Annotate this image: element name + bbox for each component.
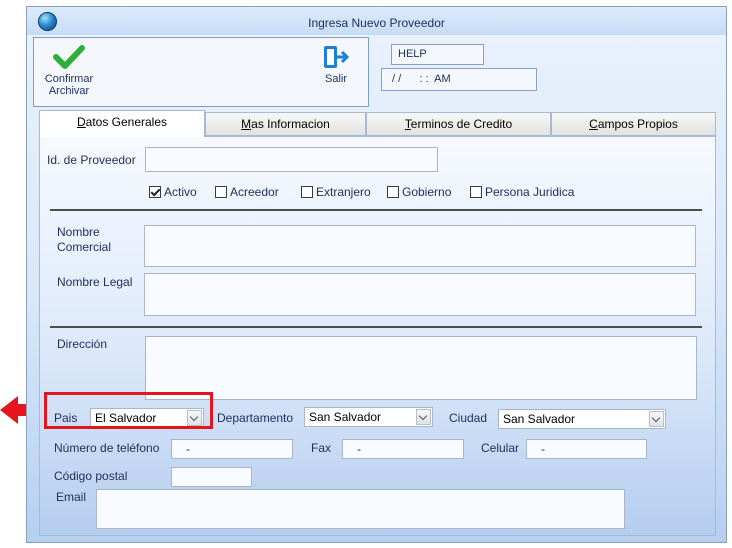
tab-label: erminos de Credito — [410, 117, 513, 131]
department-select[interactable]: San Salvador — [304, 407, 433, 427]
city-select-value: San Salvador — [503, 412, 576, 426]
phone-input[interactable]: - — [171, 439, 293, 459]
section-divider — [50, 209, 702, 211]
datetime-field: / / : : AM — [381, 68, 537, 91]
department-label: Departamento — [217, 411, 294, 425]
tab-mnemonic: M — [241, 117, 252, 131]
checkbox-label: Gobierno — [402, 185, 452, 199]
address-label: Dirección — [57, 337, 108, 351]
tab-strip: Datos Generales Mas Informacion Terminos… — [39, 110, 716, 137]
commercial-name-input[interactable] — [144, 225, 696, 267]
phone-label: Número de teléfono — [54, 441, 160, 455]
postal-code-label: Código postal — [54, 469, 128, 483]
checkbox-box[interactable] — [301, 186, 313, 198]
address-input[interactable] — [145, 336, 697, 400]
exit-door-icon — [324, 46, 350, 68]
supplier-id-input[interactable] — [145, 147, 438, 172]
confirm-archive-label: Confirmar Archivar — [44, 73, 94, 97]
country-highlight-box — [44, 392, 213, 429]
tab-mas-informacion[interactable]: Mas Informacion — [205, 112, 366, 136]
email-label: Email — [56, 490, 87, 504]
legal-name-input[interactable] — [144, 273, 696, 316]
checkbox-persona-juridica[interactable]: Persona Juridica — [470, 185, 574, 199]
confirm-archive-button[interactable]: Confirmar Archivar — [37, 44, 101, 97]
city-label: Ciudad — [449, 411, 488, 425]
datos-generales-panel: Id. de Proveedor Activo Acreedor Extranj… — [39, 136, 716, 536]
checkbox-acreedor[interactable]: Acreedor — [215, 185, 279, 199]
checkbox-box[interactable] — [387, 186, 399, 198]
email-input[interactable] — [96, 489, 625, 529]
checkmark-icon — [53, 45, 85, 69]
cell-input[interactable]: - — [526, 439, 647, 459]
checkbox-box[interactable] — [470, 186, 482, 198]
supplier-id-label: Id. de Proveedor — [47, 153, 136, 167]
section-divider — [50, 326, 702, 328]
checkbox-extranjero[interactable]: Extranjero — [301, 185, 371, 199]
checkbox-label: Extranjero — [316, 185, 371, 199]
cell-label: Celular — [481, 441, 520, 455]
commercial-name-label-1: Nombre — [57, 225, 100, 239]
exit-label: Salir — [324, 73, 347, 85]
tab-mnemonic: C — [589, 117, 598, 131]
tab-label: atos Generales — [85, 115, 168, 129]
chevron-down-icon[interactable] — [416, 409, 431, 425]
tab-mnemonic: D — [76, 115, 86, 129]
fax-input[interactable]: - — [342, 439, 464, 459]
tab-campos-propios[interactable]: Campos Propios — [551, 112, 716, 136]
exit-button[interactable]: Salir — [316, 44, 356, 85]
city-select[interactable]: San Salvador — [498, 409, 666, 429]
chevron-down-icon[interactable] — [649, 411, 664, 427]
checkbox-box[interactable] — [149, 186, 161, 198]
title-bar: Ingresa Nuevo Proveedor — [27, 7, 726, 35]
checkbox-label: Acreedor — [230, 185, 279, 199]
tab-datos-generales[interactable]: Datos Generales — [39, 110, 205, 137]
commercial-name-label-2: Comercial — [57, 240, 112, 254]
tab-terminos-credito[interactable]: Terminos de Credito — [366, 112, 551, 136]
checkbox-activo[interactable]: Activo — [149, 185, 197, 199]
toolbar: Confirmar Archivar Salir — [33, 37, 369, 107]
checkbox-label: Persona Juridica — [485, 185, 575, 199]
legal-name-label: Nombre Legal — [57, 275, 133, 289]
checkbox-label: Activo — [164, 185, 197, 199]
window-title: Ingresa Nuevo Proveedor — [308, 16, 445, 30]
checkbox-gobierno[interactable]: Gobierno — [387, 185, 451, 199]
fax-label: Fax — [311, 441, 332, 455]
department-select-value: San Salvador — [309, 410, 382, 424]
tab-label: ampos Propios — [597, 117, 678, 131]
help-field[interactable]: HELP — [391, 44, 484, 65]
tab-label: as Informacion — [251, 117, 330, 131]
supplier-window: Ingresa Nuevo Proveedor Confirmar Archiv… — [26, 6, 727, 543]
postal-code-input[interactable] — [171, 467, 252, 487]
checkbox-box[interactable] — [215, 186, 227, 198]
